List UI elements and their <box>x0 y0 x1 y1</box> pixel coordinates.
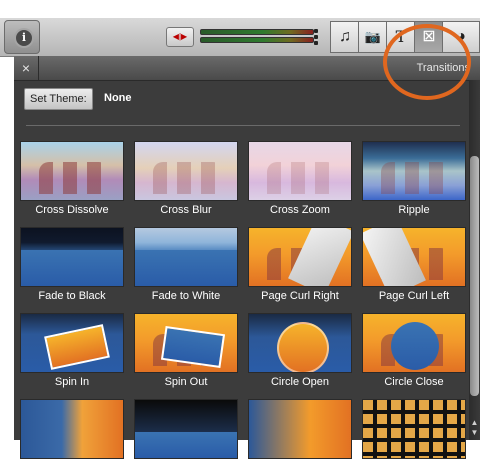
transition-thumbnail <box>362 313 466 373</box>
transition-label: Page Curl Right <box>261 290 339 302</box>
transition-tile[interactable]: Cross Zoom <box>248 141 352 219</box>
transition-label: Spin In <box>54 376 90 388</box>
transition-tile[interactable]: Fade to White <box>134 227 238 305</box>
transition-thumbnail <box>362 399 466 459</box>
transition-thumbnail <box>20 399 124 459</box>
transition-thumbnail <box>134 313 238 373</box>
transition-label: Cross Zoom <box>270 204 330 216</box>
transition-tile[interactable]: Circle Open <box>248 313 352 391</box>
transition-label: Fade to White <box>151 290 221 302</box>
music-icon: ♫ <box>339 28 351 45</box>
transition-tile[interactable]: Spin In <box>20 313 124 391</box>
camera-icon: 📷 <box>364 29 382 44</box>
photo-browser-button[interactable]: 📷 <box>358 21 388 53</box>
transition-tile[interactable]: Ripple <box>362 141 466 219</box>
transition-thumbnail <box>248 399 352 459</box>
transition-tile[interactable]: Cross Blur <box>134 141 238 219</box>
scrollbar-arrows[interactable]: ▲ ▼ <box>470 418 479 438</box>
transition-label: Spin Out <box>164 376 208 388</box>
audio-level-meter-bottom <box>200 37 314 43</box>
transition-label: Circle Open <box>270 376 330 388</box>
transition-tile[interactable]: Circle Close <box>362 313 466 391</box>
transition-thumbnail <box>362 227 466 287</box>
transition-thumbnail <box>20 227 124 287</box>
transition-thumbnail <box>134 399 238 459</box>
scroll-up-icon[interactable]: ▲ <box>470 418 479 428</box>
transition-tile[interactable]: Page Curl Right <box>248 227 352 305</box>
audio-skimming-button[interactable]: ◀|▶ <box>166 27 194 47</box>
transition-tile[interactable] <box>134 399 238 459</box>
set-theme-button[interactable]: Set Theme: <box>24 88 93 110</box>
transition-thumbnail <box>20 141 124 201</box>
transition-label: Circle Close <box>384 376 444 388</box>
info-icon: i <box>14 28 34 48</box>
audio-level-meter-top <box>200 29 314 35</box>
scrollbar-thumb[interactable] <box>470 156 479 396</box>
transition-tile[interactable] <box>20 399 124 459</box>
transition-tile[interactable]: Cross Dissolve <box>20 141 124 219</box>
divider <box>26 125 460 126</box>
transition-tile[interactable] <box>248 399 352 459</box>
transition-thumbnail <box>248 141 352 201</box>
meter-dots <box>314 27 320 45</box>
transition-thumbnail <box>134 141 238 201</box>
transition-label: Cross Dissolve <box>35 204 109 216</box>
music-browser-button[interactable]: ♫ <box>330 21 360 53</box>
scroll-down-icon[interactable]: ▼ <box>470 428 479 438</box>
transition-tile[interactable]: Spin Out <box>134 313 238 391</box>
transition-tile[interactable]: Fade to Black <box>20 227 124 305</box>
transition-thumbnail <box>134 227 238 287</box>
info-button[interactable]: i <box>4 20 40 54</box>
highlight-ring <box>383 24 471 100</box>
audio-skimming-icon: ◀|▶ <box>172 32 188 41</box>
transition-thumbnail <box>248 313 352 373</box>
theme-value: None <box>104 92 132 104</box>
transition-label: Fade to Black <box>38 290 106 302</box>
transition-thumbnail <box>248 227 352 287</box>
transition-tile[interactable] <box>362 399 466 459</box>
transition-thumbnail <box>20 313 124 373</box>
close-icon[interactable]: × <box>14 56 39 80</box>
transition-label: Ripple <box>398 204 430 216</box>
transitions-panel: × Transitions Set Theme: None Cross Diss… <box>14 56 480 459</box>
transition-tile[interactable]: Page Curl Left <box>362 227 466 305</box>
transition-thumbnail <box>362 141 466 201</box>
transition-label: Cross Blur <box>160 204 212 216</box>
transition-label: Page Curl Left <box>378 290 450 302</box>
